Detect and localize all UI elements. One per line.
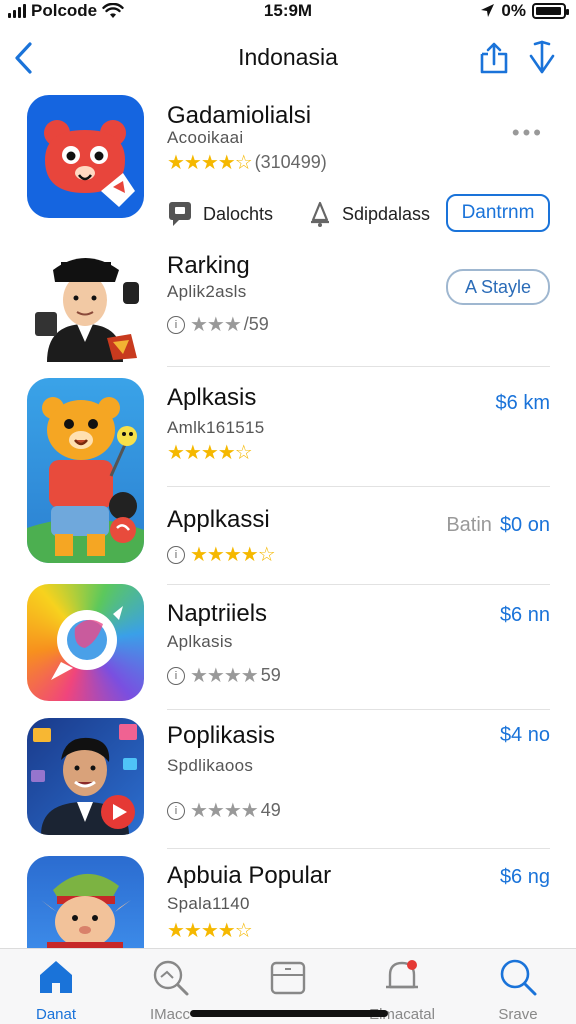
price-button[interactable]: Batin $0 on (446, 514, 550, 537)
app-icon-bear[interactable] (27, 95, 144, 218)
list-item[interactable]: Gadamiolialsi Acooikaai ★★★★☆ (310499) •… (0, 90, 576, 240)
rating-info-icon: i (167, 545, 185, 564)
rating-stars: ★★★★ (190, 665, 259, 687)
price-label: $6 km (495, 392, 550, 414)
rating-count: (310499) (254, 152, 327, 172)
app-rating: ★★★★☆ (167, 918, 253, 943)
rating-count: 49 (260, 800, 281, 820)
app-name[interactable]: Naptriiels (167, 600, 267, 628)
rating-info-icon: i (167, 666, 185, 685)
notification-bell-icon (386, 960, 418, 989)
person-avatar-icon (35, 258, 139, 362)
app-subtitle: Spala1140 (167, 894, 250, 913)
status-bar: Polcode 15:9M 0% (0, 0, 576, 24)
action-subscribe[interactable]: Sdipdalass (308, 200, 430, 228)
rating-stars: ★★★★☆ (167, 442, 253, 464)
home-icon (40, 961, 72, 993)
app-rating: ★★★★☆ (310499) (167, 150, 327, 175)
app-rating: i ★★★★ 59 (167, 663, 281, 688)
search-zoom-icon (153, 960, 189, 996)
battery-percent: 0% (501, 1, 526, 20)
action-chat[interactable]: Dalochts (167, 200, 273, 228)
presenter-avatar-icon (31, 724, 137, 835)
app-name[interactable]: Applkassi (167, 506, 270, 534)
price-button[interactable]: $6 nn (500, 604, 550, 627)
app-subtitle: Aplkasis (167, 632, 233, 651)
tab-search[interactable]: Srave (468, 957, 568, 1023)
app-subtitle: Amlk161515 (167, 418, 265, 437)
battery-level (536, 7, 561, 15)
list-item[interactable]: Poplikasis Spdlikaoos i ★★★★ 49 $4 no (0, 718, 576, 848)
price-button[interactable]: $6 ng (500, 866, 550, 889)
tab-label: Srave (498, 1006, 538, 1023)
app-subtitle: Acooikaai (167, 128, 244, 147)
rating-count: /59 (243, 314, 269, 334)
price-label: $6 ng (499, 866, 550, 888)
action-label: Sdipdalass (342, 203, 431, 224)
rating-stars: ★★★★☆ (190, 544, 276, 566)
list-item[interactable]: Applkassi i ★★★★☆ Batin $0 on (0, 496, 576, 586)
download-icon[interactable] (526, 38, 558, 78)
share-icon[interactable] (476, 38, 512, 78)
rating-info-icon: i (167, 315, 185, 334)
tab-home[interactable]: Danat (6, 957, 106, 1023)
app-name[interactable]: Rarking (167, 252, 250, 280)
price-label: $4 no (499, 724, 550, 746)
app-subtitle: Aplik2asls (167, 282, 247, 301)
tab-calendar[interactable] (238, 957, 338, 1006)
app-icon-rainbow[interactable] (27, 584, 144, 701)
price-label: $6 nn (499, 604, 550, 626)
divider (167, 709, 550, 710)
rating-stars: ★★★ (190, 314, 242, 336)
price-label: $0 on (499, 514, 550, 536)
calendar-icon (270, 961, 306, 995)
rating-stars: ★★★★☆ (167, 152, 253, 174)
more-options-icon[interactable]: ••• (512, 120, 544, 146)
app-icon-elf[interactable] (27, 856, 144, 948)
app-name[interactable]: Poplikasis (167, 722, 275, 750)
location-arrow-icon (481, 4, 495, 17)
app-subtitle: Spdlikaoos (167, 756, 254, 775)
price-prefix: Batin (446, 514, 492, 536)
app-rating: i ★★★★☆ (167, 542, 276, 567)
divider (167, 366, 550, 367)
list-item[interactable]: Aplkasis Amlk161515 ★★★★☆ $6 km (0, 378, 576, 563)
divider (167, 848, 550, 849)
get-button[interactable]: Dantrnm (446, 194, 550, 232)
price-button[interactable]: $4 no (500, 724, 550, 747)
app-name[interactable]: Aplkasis (167, 384, 256, 412)
rating-count: 59 (260, 665, 281, 685)
app-icon-presenter[interactable] (27, 718, 144, 835)
home-indicator (190, 1010, 388, 1017)
app-rating: ★★★★☆ (167, 440, 253, 465)
message-icon (169, 202, 191, 226)
list-item[interactable]: Rarking Aplik2asls i ★★★ /59 A Stayle (0, 240, 576, 368)
chat-bubble-icon (51, 606, 123, 680)
app-name[interactable]: Gadamiolialsi (167, 102, 311, 130)
divider (167, 486, 550, 487)
app-rating: i ★★★ /59 (167, 312, 269, 337)
list-item[interactable]: Apbuia Popular Spala1140 ★★★★☆ $6 ng (0, 856, 576, 948)
app-rating: i ★★★★ 49 (167, 798, 281, 823)
list-item[interactable]: Naptriiels Aplkasis i ★★★★ 59 $6 nn (0, 584, 576, 710)
action-label: Dalochts (203, 203, 274, 224)
search-icon (500, 959, 537, 996)
app-name[interactable]: Apbuia Popular (167, 862, 331, 890)
rating-info-icon: i (167, 801, 185, 820)
bear-face-icon (44, 120, 135, 207)
get-button[interactable]: A Stayle (446, 269, 550, 305)
bell-icon (311, 201, 329, 227)
price-button[interactable]: $6 km (496, 392, 550, 415)
rating-stars: ★★★★☆ (167, 920, 253, 942)
elf-character-icon (41, 873, 131, 948)
rating-stars: ★★★★ (190, 800, 259, 822)
nav-bar: Indonasia (0, 30, 576, 86)
tab-label: Danat (35, 1006, 77, 1023)
battery-icon (532, 3, 569, 19)
app-icon-person[interactable] (27, 242, 144, 362)
